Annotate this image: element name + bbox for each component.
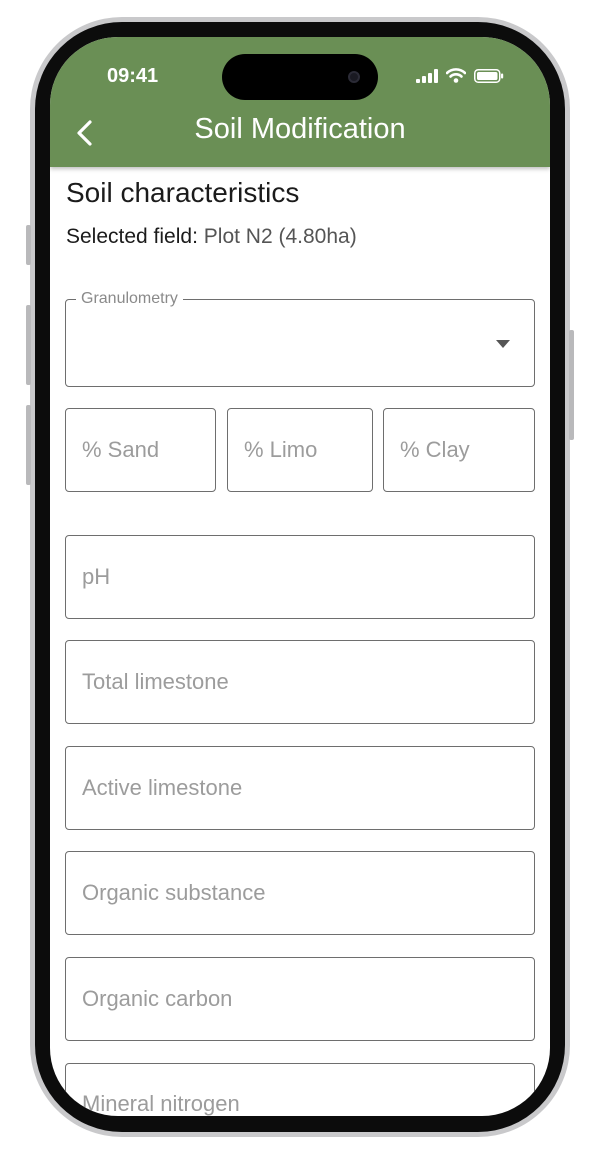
- battery-icon: [474, 68, 504, 83]
- selected-field-value: Plot N2 (4.80ha): [203, 225, 357, 248]
- active-limestone-input[interactable]: Active limestone: [65, 746, 535, 830]
- ph-input[interactable]: pH: [65, 535, 535, 619]
- granulometry-select[interactable]: Granulometry: [65, 290, 535, 387]
- clay-placeholder: % Clay: [400, 437, 470, 462]
- limo-percent-input[interactable]: % Limo: [227, 408, 373, 492]
- limo-placeholder: % Limo: [244, 437, 318, 462]
- signal-icon: [416, 68, 438, 83]
- volume-down-button: [26, 405, 31, 485]
- dynamic-island: [222, 54, 378, 100]
- status-icons: [416, 68, 504, 83]
- organic-substance-input[interactable]: Organic substance: [65, 851, 535, 935]
- granulometry-label: Granulometry: [76, 290, 183, 308]
- volume-up-button: [26, 305, 31, 385]
- dropdown-arrow-icon: [496, 340, 510, 348]
- sand-percent-input[interactable]: % Sand: [65, 408, 216, 492]
- active-limestone-placeholder: Active limestone: [82, 775, 243, 800]
- organic-carbon-input[interactable]: Organic carbon: [65, 957, 535, 1041]
- selected-field: Selected field: Plot N2 (4.80ha): [66, 225, 357, 249]
- sand-placeholder: % Sand: [82, 437, 160, 462]
- status-time: 09:41: [107, 65, 159, 87]
- organic-substance-placeholder: Organic substance: [82, 880, 266, 905]
- clay-percent-input[interactable]: % Clay: [383, 408, 535, 492]
- app-header: 09:41 Soil Modification: [50, 37, 550, 167]
- organic-carbon-placeholder: Organic carbon: [82, 986, 233, 1011]
- mineral-nitrogen-placeholder: Mineral nitrogen: [82, 1091, 240, 1116]
- action-button: [26, 225, 31, 265]
- wifi-icon: [446, 68, 466, 83]
- section-title: Soil characteristics: [66, 177, 300, 208]
- selected-field-label: Selected field:: [66, 225, 198, 248]
- page-title: Soil Modification: [194, 113, 406, 145]
- camera-icon: [348, 71, 360, 83]
- mineral-nitrogen-input[interactable]: Mineral nitrogen: [65, 1063, 535, 1116]
- ph-placeholder: pH: [82, 564, 111, 589]
- power-button: [569, 330, 574, 440]
- app-screen: 09:41 Soil Modification Soil characteris…: [50, 37, 550, 1116]
- total-limestone-placeholder: Total limestone: [82, 669, 229, 694]
- total-limestone-input[interactable]: Total limestone: [65, 640, 535, 724]
